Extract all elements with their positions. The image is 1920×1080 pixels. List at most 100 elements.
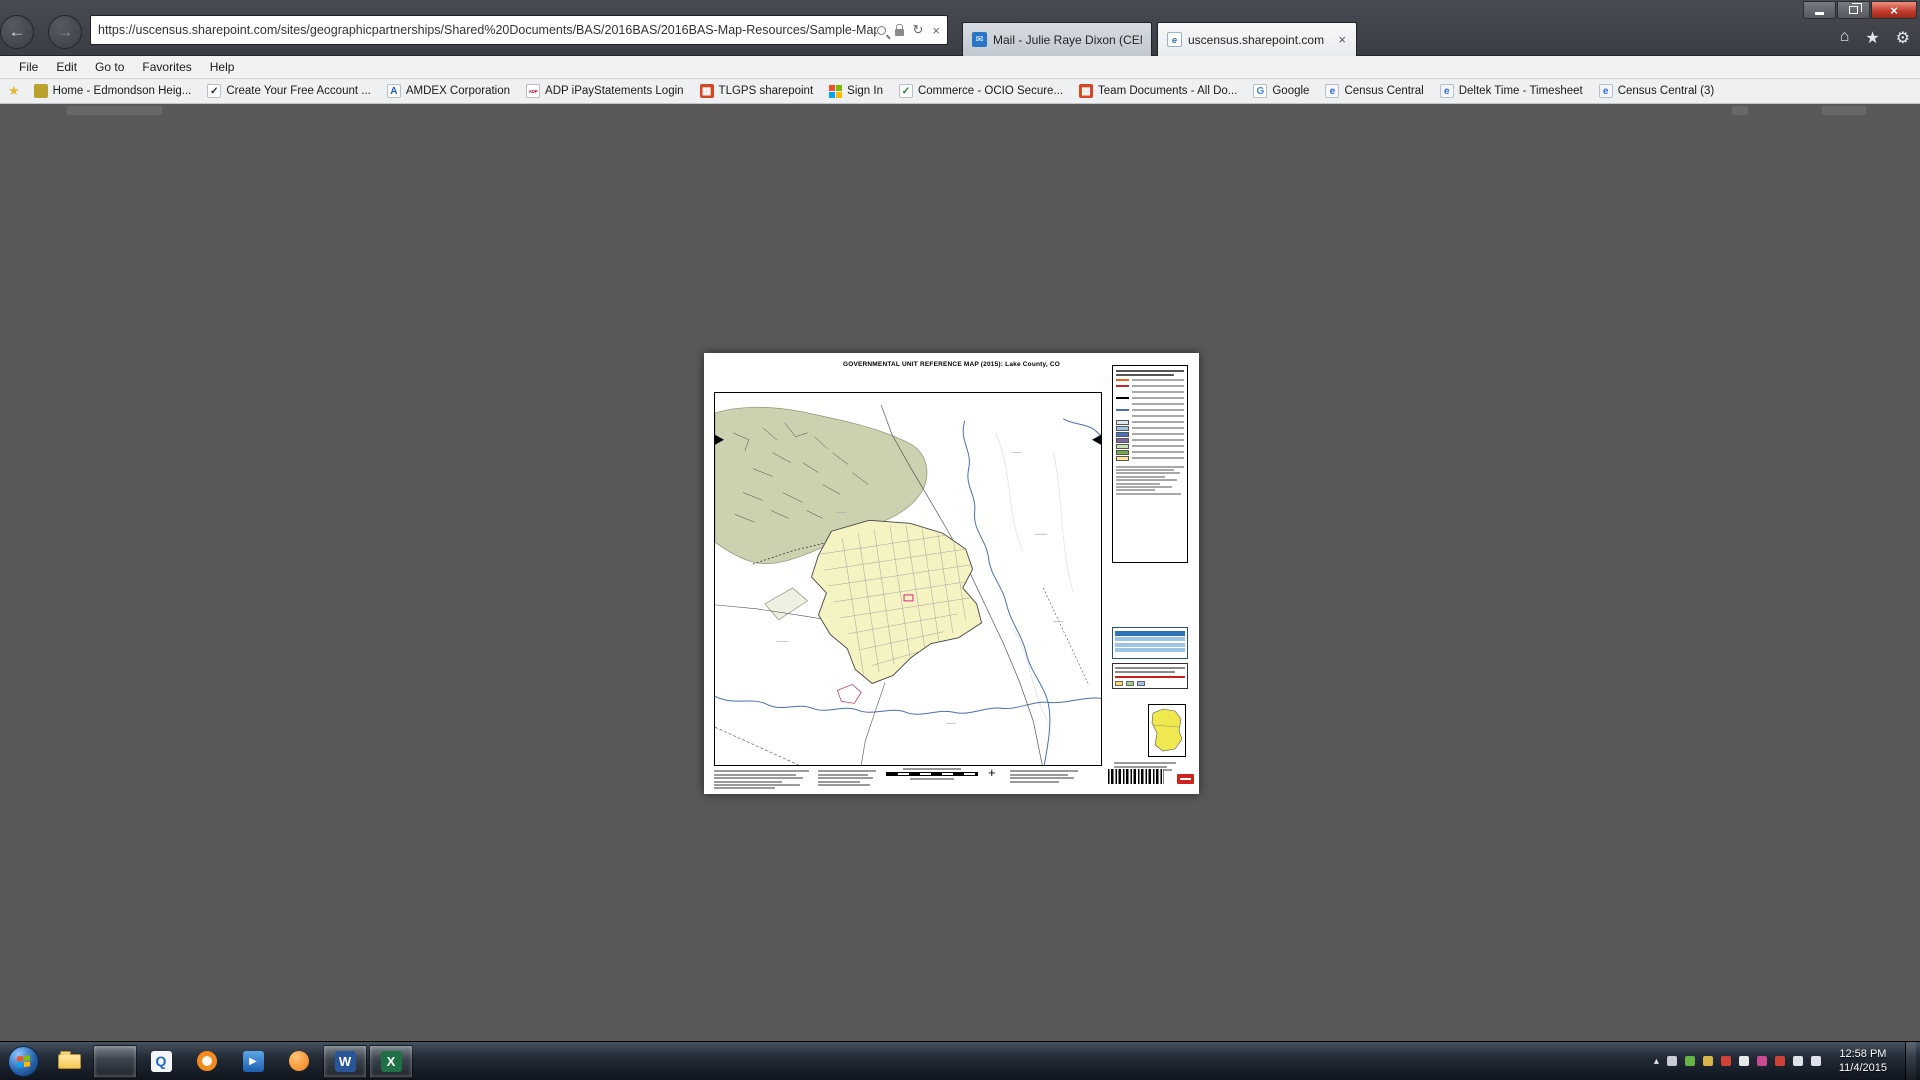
legend-label [1132, 439, 1184, 441]
tray-app-icon[interactable] [1721, 1056, 1731, 1066]
tray-app-icon[interactable] [1739, 1056, 1749, 1066]
legend-swatch [1116, 438, 1129, 443]
ie-document-favicon: e [1325, 84, 1339, 98]
minimize-button[interactable] [1803, 1, 1836, 19]
favorite-item[interactable]: eCensus Central [1317, 79, 1431, 103]
menu-item-file[interactable]: File [10, 57, 47, 77]
word-icon[interactable]: W [323, 1045, 367, 1078]
legend-label [1132, 397, 1184, 399]
legend-label [1132, 427, 1184, 429]
favorite-label: Sign In [847, 85, 883, 97]
home-favicon [34, 84, 48, 98]
map-canvas [715, 393, 1101, 765]
favorite-item[interactable]: ✓Commerce - OCIO Secure... [891, 79, 1071, 103]
favorites-bar-star-icon[interactable]: ★ [8, 83, 20, 99]
taskbar-clock[interactable]: 12:58 PM 11/4/2015 [1839, 1047, 1887, 1076]
orange-circle-app-icon[interactable] [277, 1045, 321, 1078]
favorite-label: AMDEX Corporation [406, 85, 510, 97]
settings-gear-icon[interactable]: ⚙ [1896, 28, 1910, 48]
volume-icon[interactable] [1811, 1056, 1821, 1066]
favorite-item[interactable]: Sign In [821, 79, 891, 103]
home-icon[interactable]: ⌂ [1840, 28, 1850, 48]
amdex-favicon: A [387, 84, 401, 98]
favorite-item[interactable]: ADPADP iPayStatements Login [518, 79, 692, 103]
media-player-app-icon[interactable]: ▶ [231, 1045, 275, 1078]
window-controls: × [1803, 1, 1917, 19]
tray-shield-icon[interactable] [1703, 1056, 1713, 1066]
tab-label: Mail - Julie Raye Dixon (CENS... [993, 33, 1142, 47]
favorite-item[interactable]: G Google [1245, 79, 1317, 103]
excel-icon[interactable]: X [369, 1045, 413, 1078]
legend-notes [1116, 464, 1184, 496]
url-text: https://uscensus.sharepoint.com/sites/ge… [98, 23, 877, 37]
media-player-app-icon: ▶ [243, 1051, 264, 1072]
close-button[interactable]: × [1871, 1, 1917, 19]
forward-button[interactable]: → [48, 15, 82, 49]
lock-icon [895, 29, 904, 36]
stop-icon[interactable]: × [932, 23, 940, 38]
menu-item-go-to[interactable]: Go to [86, 57, 133, 77]
partial-content-remnant [1822, 106, 1866, 115]
county-locator-map [1148, 704, 1186, 757]
restore-button[interactable] [1837, 1, 1870, 19]
tray-app-icon[interactable] [1667, 1056, 1677, 1066]
menu-item-help[interactable]: Help [201, 57, 244, 77]
google-favicon: G [1253, 84, 1267, 98]
legend-row [1116, 455, 1184, 461]
favorite-label: Google [1272, 85, 1309, 97]
clock-time: 12:58 PM [1839, 1047, 1887, 1061]
tray-app-icon[interactable] [1685, 1056, 1695, 1066]
system-tray: ▴ 12:58 PM 11/4/2015 [1654, 1042, 1920, 1080]
tab-close-icon[interactable]: × [1337, 32, 1347, 47]
tray-app-icon[interactable] [1775, 1056, 1785, 1066]
excel-icon: X [381, 1051, 402, 1072]
address-bar[interactable]: https://uscensus.sharepoint.com/sites/ge… [90, 15, 948, 45]
partial-content-remnant [67, 106, 162, 115]
favorite-item[interactable]: A AMDEX Corporation [379, 79, 518, 103]
mail-favicon: ✉ [972, 32, 987, 47]
legend-swatch [1116, 426, 1129, 431]
map-document-page[interactable]: GOVERNMENTAL UNIT REFERENCE MAP (2015): … [704, 353, 1199, 794]
word-icon: W [335, 1051, 356, 1072]
orange-circle-app-icon [289, 1051, 309, 1071]
clock-date: 11/4/2015 [1839, 1061, 1887, 1075]
search-icon[interactable] [877, 26, 886, 35]
favorite-item[interactable]: eDeltek Time - Timesheet [1432, 79, 1591, 103]
favorite-item[interactable]: eCensus Central (3) [1591, 79, 1723, 103]
orange-ring-app-icon[interactable] [185, 1045, 229, 1078]
favorites-star-icon[interactable]: ★ [1865, 28, 1879, 48]
commerce-check-favicon: ✓ [899, 84, 913, 98]
file-explorer-icon[interactable] [47, 1045, 91, 1078]
tab-mail[interactable]: ✉ Mail - Julie Raye Dixon (CENS... [962, 22, 1152, 56]
favorite-item[interactable]: ▦TLGPS sharepoint [692, 79, 822, 103]
menu-item-favorites[interactable]: Favorites [133, 57, 200, 77]
menu-item-edit[interactable]: Edit [47, 57, 86, 77]
q-app-icon[interactable]: Q [139, 1045, 183, 1078]
county-shape [1152, 709, 1182, 751]
legend-label [1132, 403, 1184, 405]
favorite-label: Create Your Free Account ... [226, 85, 370, 97]
tab-bar: ✉ Mail - Julie Raye Dixon (CENS... e usc… [962, 22, 1357, 56]
refresh-icon[interactable]: ↻ [913, 22, 924, 38]
favorite-item[interactable]: ▦Team Documents - All Do... [1071, 79, 1245, 103]
show-desktop-button[interactable] [1905, 1042, 1916, 1080]
north-cross-icon: + [988, 765, 996, 780]
internet-explorer-icon[interactable] [93, 1045, 137, 1078]
back-button[interactable]: ← [0, 15, 34, 49]
hidden-icons-arrow[interactable]: ▴ [1654, 1056, 1659, 1067]
favorite-item[interactable]: Home - Edmondson Heig... [26, 79, 200, 103]
start-button[interactable] [8, 1046, 39, 1077]
network-icon[interactable] [1793, 1056, 1803, 1066]
tray-app-icon[interactable] [1757, 1056, 1767, 1066]
footer-notes [818, 769, 876, 787]
legend-label [1132, 445, 1184, 447]
note-box [1112, 663, 1188, 689]
sharepoint-favicon: ▦ [700, 84, 714, 98]
census-bureau-logo [1177, 774, 1194, 784]
legend-swatch [1116, 403, 1129, 405]
legend-label [1132, 415, 1184, 417]
tab-sharepoint[interactable]: e uscensus.sharepoint.com × [1157, 22, 1357, 56]
favorite-item[interactable]: ✓Create Your Free Account ... [199, 79, 378, 103]
legend-header [1116, 369, 1184, 377]
scale-bar [884, 768, 980, 782]
